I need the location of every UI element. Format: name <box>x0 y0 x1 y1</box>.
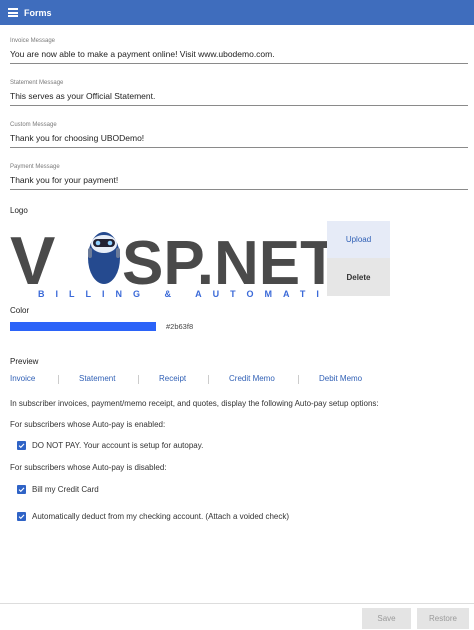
autopay-disabled-option-checking[interactable]: Automatically deduct from my checking ac… <box>17 512 289 521</box>
custom-message-label: Custom Message <box>10 122 57 128</box>
logo-text-sp: SP.NET <box>122 229 328 298</box>
color-hex-value[interactable]: #2b63f8 <box>166 322 193 331</box>
preview-label: Preview <box>10 357 39 366</box>
statement-message-label: Statement Message <box>10 80 64 86</box>
preview-link-receipt[interactable]: Receipt <box>159 374 186 383</box>
statement-message-field[interactable]: Statement Message This serves as your Of… <box>10 80 468 106</box>
link-divider <box>298 375 299 384</box>
payment-message-field[interactable]: Payment Message Thank you for your payme… <box>10 164 468 190</box>
color-label: Color <box>10 306 30 315</box>
header-bar: Forms <box>0 0 474 25</box>
checkbox-checked-icon[interactable] <box>17 485 26 494</box>
page-title: Forms <box>24 7 52 18</box>
checkbox-checked-icon[interactable] <box>17 512 26 521</box>
custom-message-value[interactable]: Thank you for choosing UBODemo! <box>10 133 144 143</box>
autopay-intro-text: In subscriber invoices, payment/memo rec… <box>10 399 379 408</box>
statement-message-value[interactable]: This serves as your Official Statement. <box>10 91 155 101</box>
autopay-disabled-heading: For subscribers whose Auto-pay is disabl… <box>10 463 167 472</box>
logo-label: Logo <box>10 206 28 215</box>
upload-logo-button[interactable]: Upload <box>327 221 390 258</box>
company-logo: V SP.NET BILLING & AUTOMATION <box>8 218 354 299</box>
invoice-message-field[interactable]: Invoice Message You are now able to make… <box>10 38 468 64</box>
invoice-message-value[interactable]: You are now able to make a payment onlin… <box>10 49 275 59</box>
autopay-disabled-option-credit-card[interactable]: Bill my Credit Card <box>17 485 99 494</box>
preview-links: Invoice Statement Receipt Credit Memo De… <box>10 374 370 385</box>
invoice-message-label: Invoice Message <box>10 38 56 44</box>
link-divider <box>138 375 139 384</box>
logo-letter-v: V <box>10 223 55 298</box>
preview-link-debit-memo[interactable]: Debit Memo <box>319 374 362 383</box>
footer-divider <box>0 603 474 604</box>
checking-option-label: Automatically deduct from my checking ac… <box>32 512 290 521</box>
delete-logo-button[interactable]: Delete <box>327 258 390 296</box>
link-divider <box>208 375 209 384</box>
logo-tagline: BILLING & AUTOMATION <box>38 289 328 298</box>
autopay-enabled-option[interactable]: DO NOT PAY. Your account is setup for au… <box>17 441 203 450</box>
restore-button[interactable]: Restore <box>417 608 469 629</box>
robot-mascot-icon <box>88 232 120 284</box>
payment-message-label: Payment Message <box>10 164 60 170</box>
autopay-enabled-heading: For subscribers whose Auto-pay is enable… <box>10 420 166 429</box>
preview-link-credit-memo[interactable]: Credit Memo <box>229 374 275 383</box>
preview-link-invoice[interactable]: Invoice <box>10 374 35 383</box>
credit-card-option-label: Bill my Credit Card <box>32 485 99 494</box>
custom-message-field[interactable]: Custom Message Thank you for choosing UB… <box>10 122 468 148</box>
checkbox-checked-icon[interactable] <box>17 441 26 450</box>
payment-message-value[interactable]: Thank you for your payment! <box>10 175 118 185</box>
autopay-enabled-option-label: DO NOT PAY. Your account is setup for au… <box>32 441 204 450</box>
link-divider <box>58 375 59 384</box>
hamburger-menu-icon[interactable] <box>8 8 18 17</box>
preview-link-statement[interactable]: Statement <box>79 374 115 383</box>
color-swatch[interactable] <box>10 322 156 331</box>
save-button[interactable]: Save <box>362 608 411 629</box>
